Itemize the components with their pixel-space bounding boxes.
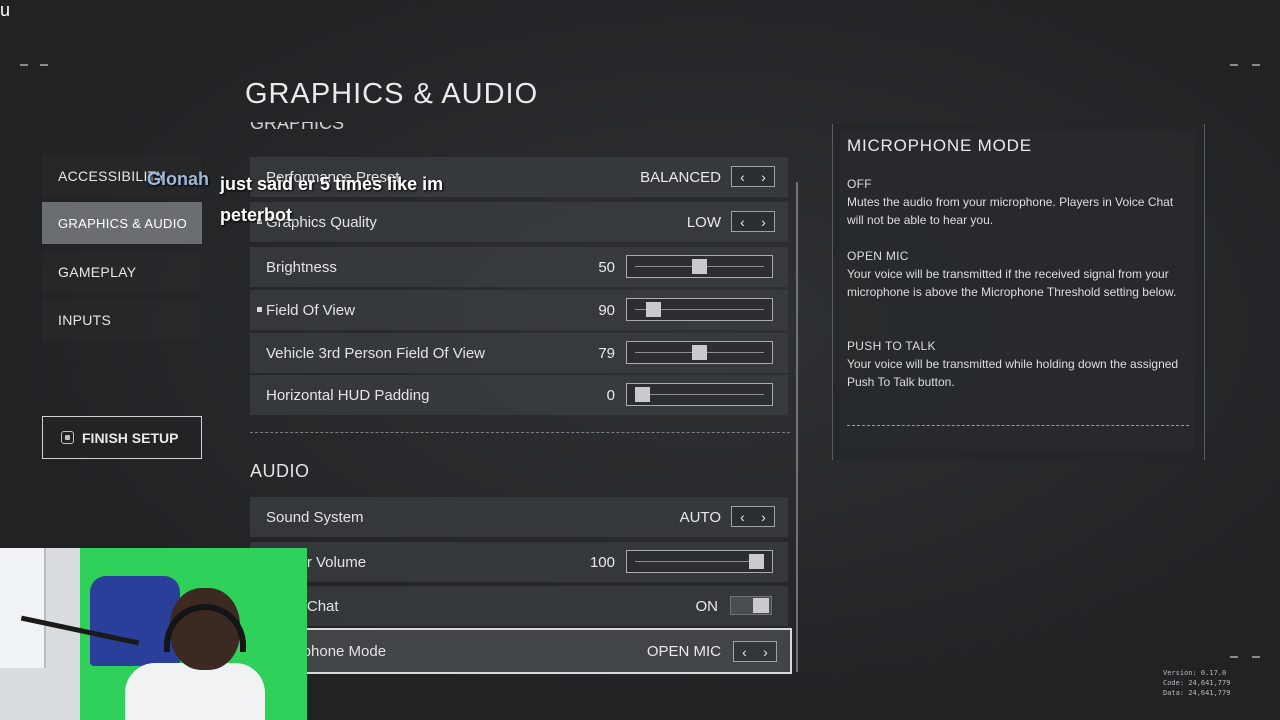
corner-mark [1252,64,1260,66]
version-text: Version: 0.17.0 [1163,669,1227,677]
info-entry-body: Mutes the audio from your microphone. Pl… [847,195,1174,227]
setting-value: BALANCED [640,168,721,186]
setting-value: 79 [598,344,615,362]
nav-item-graphics-audio[interactable]: GRAPHICS & AUDIO [42,202,202,244]
setting-value: 50 [598,258,615,276]
info-entry-push-to-talk: PUSH TO TALK Your voice will be transmit… [847,337,1187,391]
settings-scrollbar[interactable] [796,182,798,672]
setting-row-brightness[interactable]: Brightness 50 [250,247,788,287]
setting-value: 100 [589,553,615,571]
finish-setup-button[interactable]: FINISH SETUP [42,416,202,459]
info-entry-head: PUSH TO TALK [847,339,936,353]
chevron-left-icon[interactable]: ‹ [740,169,745,185]
option-arrows[interactable]: ‹ › [733,641,777,662]
chevron-left-icon[interactable]: ‹ [740,509,745,525]
voice-chat-toggle[interactable] [730,596,772,615]
setting-value: 90 [598,301,615,319]
slider-thumb[interactable] [692,345,707,360]
info-entry-off: OFF Mutes the audio from your microphone… [847,175,1187,229]
info-panel-title: MICROPHONE MODE [847,136,1032,155]
webcam-person-body [125,663,265,720]
field-of-view-slider[interactable] [626,298,773,321]
corner-mark [1252,656,1260,658]
nav-item-inputs[interactable]: INPUTS [42,299,202,341]
setting-label: Horizontal HUD Padding [266,386,430,404]
webcam-window [0,548,46,668]
overlay-letter: u [0,0,11,20]
setting-row-microphone-mode[interactable]: Microphone Mode OPEN MIC ‹ › [248,628,792,674]
setting-row-voice-chat[interactable]: Voice Chat ON [250,586,788,626]
chevron-right-icon[interactable]: › [761,214,766,230]
chevron-right-icon[interactable]: › [763,644,768,660]
slider-thumb[interactable] [692,259,707,274]
setting-row-field-of-view[interactable]: Field Of View 90 [250,290,788,330]
nav-item-label: INPUTS [58,312,112,328]
nav-item-label: GRAPHICS & AUDIO [58,215,188,231]
setting-label: Brightness [266,258,337,276]
nav-item-gameplay[interactable]: GAMEPLAY [42,251,202,293]
page-title: GRAPHICS & AUDIO [245,78,539,110]
corner-mark [1230,64,1238,66]
code-text: Code: 24,641,779 [1163,679,1231,687]
setting-row-master-volume[interactable]: Master Volume 100 [250,542,788,582]
setting-row-sound-system[interactable]: Sound System AUTO ‹ › [250,497,788,537]
info-entry-head: OFF [847,177,872,191]
section-header-graphics: GRAPHICS [250,122,345,133]
option-arrows[interactable]: ‹ › [731,166,775,187]
chevron-left-icon[interactable]: ‹ [740,214,745,230]
nav-item-label: GAMEPLAY [58,264,137,280]
slider-track [635,394,764,395]
toggle-knob [753,598,769,613]
slider-thumb[interactable] [749,554,764,569]
section-header-audio: AUDIO [250,461,310,481]
setting-value: ON [695,597,719,615]
section-divider [250,432,790,433]
webcam-chair [90,576,180,666]
option-arrows[interactable]: ‹ › [731,506,775,527]
setting-value: LOW [686,213,721,231]
setting-row-vehicle-fov[interactable]: Vehicle 3rd Person Field Of View 79 [250,333,788,373]
brightness-slider[interactable] [626,255,773,278]
corner-mark [40,64,48,66]
version-info: Version: 0.17.0 Code: 24,641,779 Data: 2… [1163,668,1230,698]
finish-icon [61,431,74,444]
data-text: Data: 24,641,779 [1163,689,1231,697]
info-entry-body: Your voice will be transmitted while hol… [847,357,1179,389]
corner-mark [20,64,28,66]
option-arrows[interactable]: ‹ › [731,211,775,232]
setting-label: Sound System [266,508,364,526]
setting-value: AUTO [679,508,721,526]
info-entry-head: OPEN MIC [847,249,909,263]
finish-setup-label: FINISH SETUP [82,429,179,446]
setting-row-hud-padding[interactable]: Horizontal HUD Padding 0 [250,375,788,415]
info-entry-body: Your voice will be transmitted if the re… [847,267,1177,299]
vehicle-fov-slider[interactable] [626,341,773,364]
slider-thumb[interactable] [646,302,662,317]
corner-mark [1230,656,1238,658]
setting-label: Vehicle 3rd Person Field Of View [266,344,486,362]
setting-label: Field Of View [266,301,355,319]
chat-username: Glonah [147,169,209,189]
info-entry-open-mic: OPEN MIC Your voice will be transmitted … [847,247,1187,301]
setting-value: OPEN MIC [646,642,721,660]
webcam-overlay [0,548,307,720]
slider-thumb[interactable] [635,387,650,402]
setting-value: 0 [606,386,615,404]
master-volume-slider[interactable] [626,550,773,573]
chevron-right-icon[interactable]: › [761,509,766,525]
chevron-right-icon[interactable]: › [761,169,766,185]
chevron-left-icon[interactable]: ‹ [742,644,747,660]
modified-marker [257,307,262,312]
chat-message: just said er 5 times like im peterbot [220,174,444,225]
slider-track [635,561,764,562]
info-panel-divider [847,425,1189,426]
hud-padding-slider[interactable] [626,383,773,406]
